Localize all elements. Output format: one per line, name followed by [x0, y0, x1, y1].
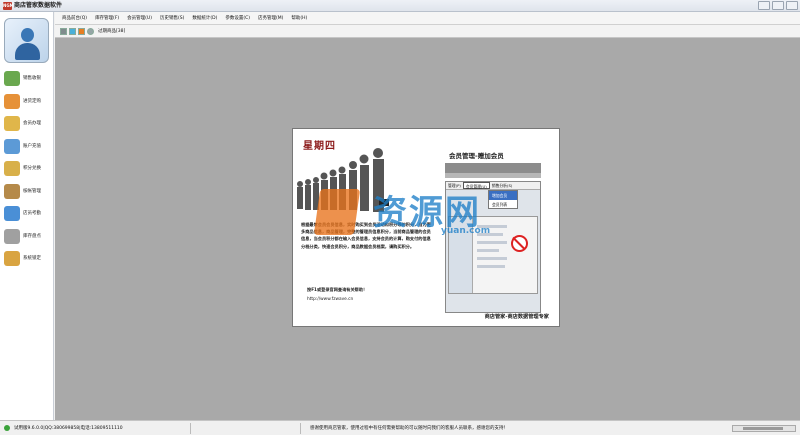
sidebar-item-attendance[interactable]: 店员考勤 [0, 203, 54, 226]
user-body-icon [15, 43, 40, 60]
splash-slogan: 商店管家-商店数据管理专家 [484, 314, 549, 320]
sidebar-item-label: 会员办理 [23, 121, 41, 126]
tile-icon[interactable] [78, 27, 85, 35]
module-banner-strip [445, 173, 541, 178]
lock-icon [4, 251, 20, 266]
status-ok-icon [4, 425, 10, 431]
speaker-icon[interactable] [87, 27, 94, 35]
sidebar-item-label: 库存盘点 [23, 233, 41, 239]
member-card-icon [4, 116, 20, 131]
sidebar-item-label: 店员考勤 [23, 211, 41, 216]
status-scrollbar[interactable] [732, 425, 796, 432]
sidebar-item-label: 积分兑换 [23, 166, 41, 171]
gift-icon [4, 161, 20, 176]
status-scrollbar-thumb[interactable] [743, 427, 783, 430]
sidebar-item-inventory[interactable]: 库存盘点 [0, 226, 54, 249]
watermark-url: yuan.com [441, 226, 491, 236]
box-icon [4, 93, 20, 109]
help-hint: 按F1或登录官网查询有关帮助！ [307, 287, 368, 292]
website-link[interactable]: http://www.fzwave.cn [307, 297, 353, 302]
user-avatar[interactable] [4, 18, 49, 63]
sidebar-item-label: 系统锁定 [23, 256, 41, 261]
expired-products-button[interactable]: 过期商品[38] [98, 28, 125, 34]
app-logo-icon: NGM [3, 2, 14, 10]
watermark: 资源网 yuan.com [313, 185, 543, 243]
sidebar-item-label: 账户充值 [23, 143, 41, 149]
grid-icon[interactable] [60, 27, 67, 35]
sidebar-item-label: 核帐管理 [23, 188, 41, 194]
sidebar-item-membership[interactable]: 会员办理 [0, 113, 54, 136]
sidebar-item-recharge[interactable]: 账户充值 [0, 136, 54, 159]
maximize-button[interactable] [772, 1, 784, 10]
status-message: 感谢使用商店管家，使用过程中有任何需要帮助的可以随时向我们的客服人员联系，感谢您… [310, 426, 508, 431]
status-separator [300, 423, 301, 434]
money-icon [4, 138, 20, 154]
title-bar: NGM 商店管家数据软件 [0, 0, 800, 12]
preview-form-field [477, 249, 499, 252]
menu-item-stats[interactable]: 数据统计(D) [188, 15, 221, 21]
window-title: 商店管家数据软件 [14, 2, 63, 9]
sidebar-item-accounts[interactable]: 核帐管理 [0, 181, 54, 204]
preview-form-field [477, 257, 507, 260]
sidebar: 销售收银 进货定购 会员办理 账户充值 积分兑换 核帐管理 店员考勤 库存盘点 [0, 12, 54, 422]
menu-item-settings[interactable]: 参数设置(C) [221, 15, 254, 21]
preview-form-field [477, 265, 505, 268]
module-banner [445, 163, 541, 173]
status-separator [190, 423, 191, 434]
sidebar-item-points[interactable]: 积分兑换 [0, 158, 54, 181]
toolbar: 过期商品[38] [55, 25, 800, 38]
menu-item-stock[interactable]: 库存管理(F) [91, 15, 123, 21]
sidebar-nav: 销售收银 进货定购 会员办理 账户充值 积分兑换 核帐管理 店员考勤 库存盘点 [0, 68, 54, 271]
module-title: 会员管理-赠加会员 [449, 152, 504, 160]
menu-item-help[interactable]: 帮助(H) [287, 15, 311, 21]
sidebar-item-purchase[interactable]: 进货定购 [0, 91, 54, 114]
status-bar: 试用版9.6.0.0|QQ:380699858|电话:13809511110 感… [0, 420, 800, 435]
user-head-icon [21, 28, 34, 42]
close-button[interactable] [786, 1, 798, 10]
watermark-logo-icon [313, 189, 361, 235]
pen-icon [4, 183, 20, 199]
splash-panel: 星期四 根据最常会员会员信息，实时购买到会员活动和积分等的积分，当为更多商品信息… [292, 128, 560, 327]
menu-item-member[interactable]: 会员管理(U) [123, 15, 156, 21]
layout-icon[interactable] [69, 27, 76, 35]
sidebar-item-sales[interactable]: 销售收银 [0, 68, 54, 91]
menu-bar: 商品前台(Q) 库存管理(F) 会员管理(U) 历史销售(S) 数据统计(D) … [55, 12, 800, 25]
menu-item-store[interactable]: 店务管理(M) [254, 15, 287, 21]
cash-register-icon [4, 71, 20, 86]
staff-icon [4, 206, 20, 221]
minimize-button[interactable] [758, 1, 770, 10]
version-info: 试用版9.6.0.0|QQ:380699858|电话:13809511110 [14, 426, 123, 431]
sidebar-item-lock[interactable]: 系统锁定 [0, 248, 54, 271]
inventory-icon [4, 228, 20, 244]
sidebar-item-label: 进货定购 [23, 98, 41, 104]
sidebar-item-label: 销售收银 [23, 76, 41, 81]
menu-item-front[interactable]: 商品前台(Q) [58, 15, 91, 21]
menu-item-history[interactable]: 历史销售(S) [156, 15, 188, 21]
window-controls [758, 1, 798, 10]
workspace: 星期四 根据最常会员会员信息，实时购买到会员活动和积分等的积分，当为更多商品信息… [55, 38, 800, 420]
